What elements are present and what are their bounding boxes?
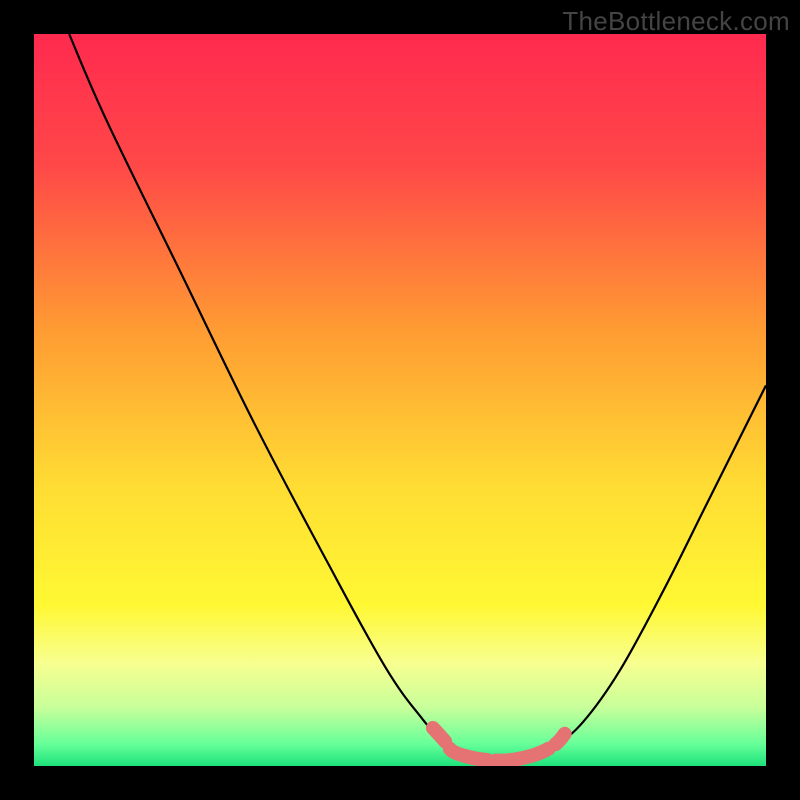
highlight-band xyxy=(433,728,565,761)
bottleneck-curve xyxy=(69,34,766,761)
curve-layer xyxy=(34,34,766,766)
plot-area xyxy=(34,34,766,766)
watermark-text: TheBottleneck.com xyxy=(562,6,790,37)
